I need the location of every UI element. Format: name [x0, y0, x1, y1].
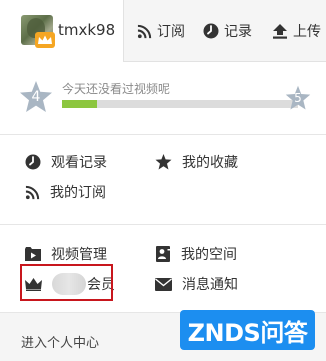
- vip-crown-icon: [35, 32, 55, 48]
- video-folder-icon: [25, 247, 41, 261]
- menu-video-manage-label: 视频管理: [51, 247, 107, 263]
- rss-icon: [137, 24, 152, 38]
- menu-notifications[interactable]: 消息通知: [155, 274, 238, 294]
- nav-upload[interactable]: 上传: [272, 20, 321, 42]
- top-bar: tmxk98 订阅 记录 上传: [0, 0, 326, 62]
- divider: [0, 224, 326, 225]
- nav-subscribe[interactable]: 订阅: [137, 20, 185, 42]
- username[interactable]: tmxk98: [58, 20, 115, 40]
- nav-record[interactable]: 记录: [203, 20, 252, 42]
- user-card-icon: [156, 246, 171, 262]
- personal-center-link[interactable]: 进入个人中心: [21, 332, 99, 351]
- watermark-logo: ZNDS问答: [180, 310, 315, 350]
- menu-subscriptions-label: 我的订阅: [50, 185, 106, 201]
- nav-subscribe-label: 订阅: [157, 24, 185, 40]
- menu-notifications-label: 消息通知: [182, 277, 238, 293]
- user-tab[interactable]: tmxk98: [0, 0, 124, 62]
- next-level-number: 5: [294, 91, 302, 105]
- menu-favorites-label: 我的收藏: [182, 155, 238, 171]
- watermark-text: ZNDS问答: [187, 318, 308, 347]
- clock-icon: [25, 154, 41, 170]
- envelope-icon: [155, 277, 172, 291]
- menu-video-manage[interactable]: 视频管理: [25, 244, 107, 264]
- menu-my-space-label: 我的空间: [181, 247, 237, 263]
- menu-subscriptions[interactable]: 我的订阅: [25, 182, 106, 202]
- clock-icon: [203, 23, 219, 39]
- progress-message: 今天还没看过视频呢: [62, 82, 171, 96]
- level-progress-fill: [62, 100, 98, 108]
- upload-icon: [273, 24, 287, 39]
- rss-icon: [25, 185, 40, 199]
- menu-history[interactable]: 观看记录: [25, 152, 107, 172]
- next-level-star: 5: [285, 85, 311, 111]
- menu-my-space[interactable]: 我的空间: [155, 244, 237, 264]
- current-level-star: 4: [19, 80, 53, 114]
- menu-history-label: 观看记录: [51, 155, 107, 171]
- nav-upload-label: 上传: [293, 24, 321, 40]
- nav-record-label: 记录: [224, 24, 252, 40]
- current-level-number: 4: [31, 89, 41, 105]
- menu-favorites[interactable]: 我的收藏: [155, 152, 238, 172]
- star-icon: [155, 154, 172, 170]
- highlight-annotation: [20, 264, 113, 301]
- divider: [0, 134, 326, 135]
- level-progress-bar: [62, 100, 298, 108]
